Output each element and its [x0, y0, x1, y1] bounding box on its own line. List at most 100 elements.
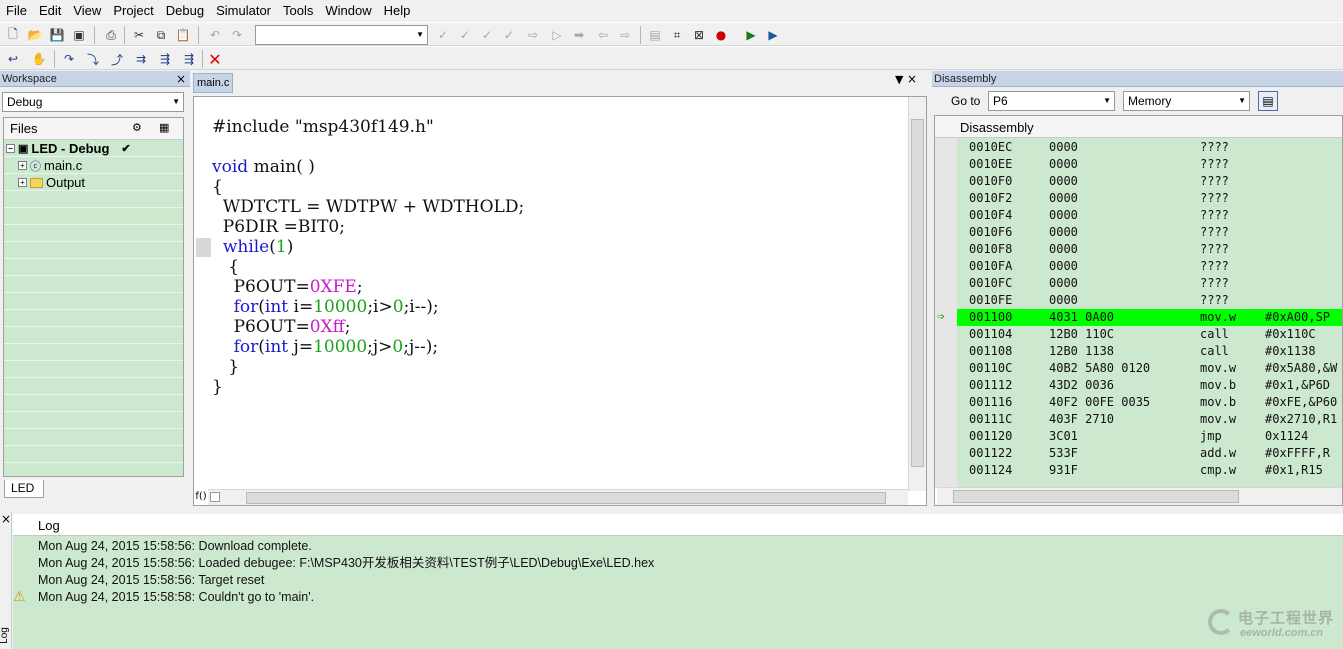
stop-build-icon[interactable]: ⊠: [690, 26, 708, 44]
gutter-marker: [196, 238, 211, 257]
redo-icon[interactable]: ↷: [228, 26, 246, 44]
reset-icon[interactable]: ↩: [4, 50, 22, 68]
code-token: 0: [392, 337, 404, 357]
step-out-icon[interactable]: ⤴: [108, 50, 126, 68]
disassembly-code: 4031 0A00: [1049, 310, 1115, 324]
copy-icon[interactable]: ⧉: [152, 26, 170, 44]
options-icon[interactable]: ⚙: [132, 121, 142, 134]
menu-view[interactable]: View: [67, 0, 107, 22]
log-line: Mon Aug 24, 2015 15:58:56: Download comp…: [38, 539, 312, 553]
run-to-cursor-icon[interactable]: ⇶: [156, 50, 174, 68]
menu-arrow-icon[interactable]: ▼: [895, 73, 903, 86]
paste-icon[interactable]: 📋: [174, 26, 192, 44]
menu-tools[interactable]: Tools: [277, 0, 319, 22]
disassembly-row[interactable]: 0010EE 0000????: [957, 156, 1342, 173]
tree-item-project[interactable]: − ▣ LED - Debug ✔: [6, 140, 131, 157]
break-icon[interactable]: ✋: [30, 50, 48, 68]
disassembly-row[interactable]: 001108 12B0 1138 call #0x1138: [957, 343, 1342, 360]
configuration-select[interactable]: Debug ▼: [2, 92, 184, 112]
code-line: WDTCTL = WDTPW + WDTHOLD;: [212, 197, 524, 217]
menu-debug[interactable]: Debug: [160, 0, 210, 22]
disassembly-row[interactable]: 0010F6 0000????: [957, 224, 1342, 241]
next-statement-icon[interactable]: ⇉: [132, 50, 150, 68]
find-next-icon[interactable]: ✓: [500, 26, 518, 44]
stop-debugging-icon[interactable]: ✕: [206, 50, 224, 69]
disassembly-mn: ????: [1200, 174, 1229, 188]
menu-project[interactable]: Project: [107, 0, 159, 22]
menu-file[interactable]: File: [0, 0, 33, 22]
disassembly-mn: mov.b: [1200, 378, 1237, 392]
disassembly-row[interactable]: 00111C 403F 2710 mov.w #0x2710,R1: [957, 411, 1342, 428]
menu-edit[interactable]: Edit: [33, 0, 67, 22]
step-over-icon[interactable]: ↷: [60, 50, 78, 68]
options-icon[interactable]: ▤: [1258, 91, 1278, 111]
goto-input[interactable]: P6 ▼: [988, 91, 1115, 111]
goto-icon[interactable]: ▷: [548, 26, 566, 44]
disassembly-mn: cmp.w: [1200, 463, 1237, 477]
cut-icon[interactable]: ✂: [130, 26, 148, 44]
menu-window[interactable]: Window: [319, 0, 377, 22]
disassembly-row[interactable]: 001124 931F cmp.w #0x1,R15: [957, 462, 1342, 479]
open-folder-icon[interactable]: 📂: [26, 26, 44, 44]
disassembly-row[interactable]: 0010FC 0000????: [957, 275, 1342, 292]
nav-forward-icon[interactable]: ➡: [570, 26, 588, 44]
tree-item-main-c[interactable]: + ⓒ main.c: [18, 157, 82, 174]
disassembly-row[interactable]: 001116 40F2 00FE 0035 mov.b #0xFE,&P60: [957, 394, 1342, 411]
replace-icon[interactable]: ⇨: [524, 26, 542, 44]
disassembly-mn: mov.b: [1200, 395, 1237, 409]
editor-vscrollbar[interactable]: [908, 97, 926, 491]
editor-hscrollbar[interactable]: f(): [195, 489, 908, 505]
editor-close-icon[interactable]: ×: [907, 72, 917, 86]
save-icon[interactable]: 💾: [48, 26, 66, 44]
save-all-icon[interactable]: ▣: [70, 26, 88, 44]
menu-simulator[interactable]: Simulator: [210, 0, 277, 22]
disassembly-row[interactable]: 0010FE 0000????: [957, 292, 1342, 309]
disassembly-code: 40F2 00FE 0035: [1049, 395, 1151, 409]
download-debug-icon[interactable]: ▶: [764, 26, 782, 44]
code-area[interactable]: #include "msp430f149.h" void main( ){ WDT…: [193, 96, 927, 506]
disassembly-row[interactable]: 001122 533F add.w #0xFFFF,R: [957, 445, 1342, 462]
columns-icon[interactable]: ▦: [159, 121, 169, 134]
menu-help[interactable]: Help: [378, 0, 417, 22]
disassembly-row[interactable]: 0010FA 0000????: [957, 258, 1342, 275]
tree-item-output[interactable]: + Output: [18, 174, 85, 191]
debug-icon[interactable]: ▶: [742, 26, 760, 44]
memory-select[interactable]: Memory ▼: [1123, 91, 1250, 111]
disassembly-row[interactable]: 0010EC 0000????: [957, 139, 1342, 156]
compile-icon[interactable]: ▤: [646, 26, 664, 44]
disassembly-row[interactable]: 0010F2 0000????: [957, 190, 1342, 207]
disassembly-row[interactable]: 0010F4 0000????: [957, 207, 1342, 224]
new-file-icon[interactable]: 🗋: [4, 26, 22, 44]
disassembly-row[interactable]: 001112 43D2 0036 mov.b #0x1,&P6D: [957, 377, 1342, 394]
function-icon[interactable]: f(): [194, 490, 208, 504]
disassembly-row[interactable]: 0010F0 0000????: [957, 173, 1342, 190]
find-icon[interactable]: ✓: [478, 26, 496, 44]
disassembly-row[interactable]: 001104 12B0 110C call #0x110C: [957, 326, 1342, 343]
undo-icon[interactable]: ↶: [206, 26, 224, 44]
tab-main-c[interactable]: main.c: [193, 73, 233, 93]
close-icon[interactable]: ×: [176, 72, 186, 86]
nav-back-icon[interactable]: ⇦: [594, 26, 612, 44]
disassembly-hscrollbar[interactable]: [937, 487, 1342, 505]
editor-hscroll-thumb[interactable]: [246, 492, 886, 504]
disassembly-row[interactable]: 00110C 40B2 5A80 0120 mov.w #0x5A80,&W: [957, 360, 1342, 377]
disassembly-row[interactable]: 001120 3C01 jmp 0x1124: [957, 428, 1342, 445]
toggle-bookmark-icon[interactable]: ✓: [434, 26, 452, 44]
disassembly-code: 0000: [1049, 208, 1078, 222]
tab-led[interactable]: LED: [4, 480, 44, 498]
editor-vscroll-thumb[interactable]: [911, 119, 924, 467]
make-icon[interactable]: ⌗: [668, 26, 686, 44]
go-icon[interactable]: ⇶: [180, 50, 198, 68]
nav-icon[interactable]: ⇨: [616, 26, 634, 44]
step-into-icon[interactable]: ⤵: [84, 50, 102, 68]
disassembly-row[interactable]: ➩ 001100 4031 0A00 mov.w #0xA00,SP: [937, 309, 1342, 326]
disassembly-hscroll-thumb[interactable]: [953, 490, 1239, 503]
disassembly-row[interactable]: 0010F8 0000????: [957, 241, 1342, 258]
log-close-icon[interactable]: ×: [1, 512, 11, 526]
find-combo[interactable]: ▼: [255, 25, 428, 45]
view-toggle-icon[interactable]: [210, 492, 220, 502]
print-icon[interactable]: ⎙: [102, 26, 120, 44]
next-bookmark-icon[interactable]: ✓: [456, 26, 474, 44]
breakpoint-icon[interactable]: ●: [712, 26, 730, 44]
files-tree: − ▣ LED - Debug ✔ + ⓒ main.c + Output: [4, 140, 183, 476]
